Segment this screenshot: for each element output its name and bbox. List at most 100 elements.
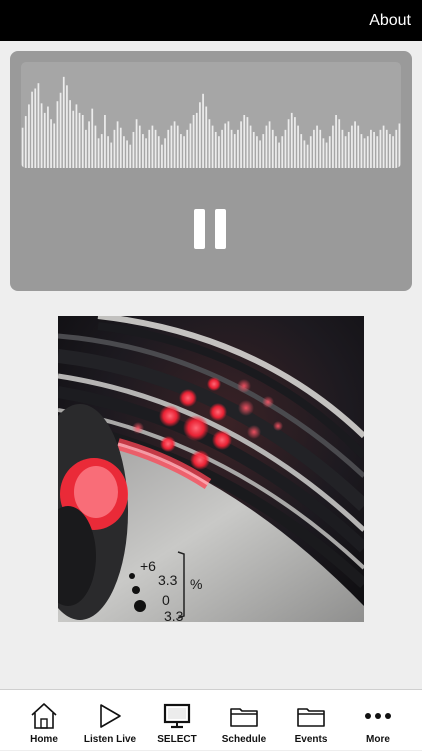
waveform-bar	[69, 100, 71, 168]
waveform-bar	[138, 125, 141, 168]
waveform-bar	[110, 142, 113, 168]
home-icon	[29, 701, 59, 731]
waveform-bar	[366, 136, 369, 168]
play-icon	[95, 701, 125, 731]
waveform-bar	[259, 140, 261, 168]
waveform-bar	[224, 123, 227, 168]
pitch-label-plus6: +6	[140, 558, 156, 574]
waveform-bar	[319, 129, 322, 168]
waveform-bar	[116, 121, 119, 168]
waveform-bar	[392, 136, 394, 168]
tab-listen-live[interactable]: Listen Live	[75, 690, 145, 751]
pause-icon-bar-left	[194, 209, 205, 249]
waveform-bar	[351, 125, 353, 168]
tab-select[interactable]: SELECT	[142, 690, 212, 751]
waveform-bar	[126, 140, 128, 168]
waveform-bar	[284, 129, 287, 168]
pause-icon-bar-right	[215, 209, 226, 249]
waveform-bar	[164, 138, 166, 168]
folder-icon	[296, 701, 326, 731]
tab-bar: Home Listen Live SELECT Schedule Events …	[0, 689, 422, 750]
waveform-bar	[230, 129, 233, 168]
waveform-bar	[66, 85, 68, 168]
turntable-artwork-image	[58, 316, 364, 622]
waveform-bar	[243, 115, 246, 168]
waveform-bar	[88, 121, 90, 168]
tab-schedule[interactable]: Schedule	[209, 690, 279, 751]
waveform-bar	[167, 129, 170, 168]
waveform-bar	[309, 136, 312, 168]
waveform-bar	[161, 144, 163, 168]
waveform-bar	[28, 104, 30, 168]
waveform-bar	[218, 136, 220, 168]
waveform-bar	[363, 138, 366, 168]
waveform-bar	[360, 134, 363, 168]
tab-label-select: SELECT	[157, 734, 197, 745]
tab-label-events: Events	[294, 734, 328, 745]
waveform-bar	[189, 123, 192, 168]
waveform-bar	[221, 129, 223, 168]
waveform-bar	[40, 103, 43, 168]
waveform-bar	[300, 134, 303, 168]
folder-icon	[229, 701, 259, 731]
waveform-bar	[287, 119, 290, 168]
waveform-bar	[100, 134, 103, 168]
waveform-bar	[332, 125, 334, 168]
waveform-bar	[233, 134, 236, 168]
waveform-bar	[43, 112, 46, 168]
waveform-bar	[31, 91, 33, 168]
tab-label-schedule: Schedule	[221, 734, 267, 745]
waveform-bar	[379, 129, 382, 168]
waveform-bar	[385, 129, 388, 168]
waveform-bar	[59, 92, 62, 168]
waveform-bar	[344, 136, 347, 168]
waveform-bar	[170, 125, 173, 168]
waveform-bar	[271, 129, 274, 168]
tab-label-home: Home	[30, 734, 58, 745]
waveform-bar	[21, 127, 24, 168]
waveform-bar	[325, 142, 328, 168]
about-button[interactable]: About	[369, 11, 411, 31]
tab-more[interactable]: More	[343, 690, 413, 751]
waveform-bar	[119, 127, 122, 168]
waveform-bar	[297, 125, 299, 168]
waveform-bar	[290, 112, 293, 168]
waveform-bar	[97, 138, 100, 168]
waveform-bar	[151, 125, 154, 168]
tab-events[interactable]: Events	[276, 690, 346, 751]
pause-button[interactable]	[194, 209, 226, 249]
waveform-bar	[142, 134, 144, 168]
waveform-bar	[24, 116, 27, 168]
waveform-bar	[104, 115, 106, 168]
player-card	[10, 51, 412, 291]
waveform-bar	[281, 136, 284, 168]
pitch-unit-label: %	[190, 576, 203, 592]
waveform-bar	[37, 83, 40, 168]
waveform-bar	[62, 76, 65, 168]
waveform-bar	[199, 102, 201, 168]
waveform-bar	[240, 121, 242, 168]
waveform-bar	[202, 93, 204, 168]
tab-home[interactable]: Home	[9, 690, 79, 751]
waveform-bar	[148, 129, 151, 168]
waveform-bar	[157, 136, 160, 168]
audio-waveform	[21, 62, 401, 168]
waveform-bar	[154, 129, 157, 168]
waveform-bar	[78, 112, 81, 168]
waveform-bar	[211, 125, 214, 168]
waveform-bar	[91, 108, 94, 168]
waveform-bar	[72, 110, 75, 168]
waveform-bar	[275, 136, 277, 168]
waveform-bar	[246, 117, 249, 168]
pitch-label-3-3-upper: 3.3	[158, 572, 178, 588]
waveform-bar	[192, 115, 195, 168]
waveform-bar	[81, 115, 84, 168]
waveform-bar	[56, 101, 59, 168]
waveform-bar	[135, 119, 138, 168]
waveform-bar	[357, 125, 360, 168]
waveform-bar	[249, 125, 252, 168]
waveform-bar	[129, 144, 132, 168]
top-bar: About	[0, 0, 422, 41]
waveform-bar	[252, 131, 255, 168]
waveform-bar	[376, 136, 379, 168]
